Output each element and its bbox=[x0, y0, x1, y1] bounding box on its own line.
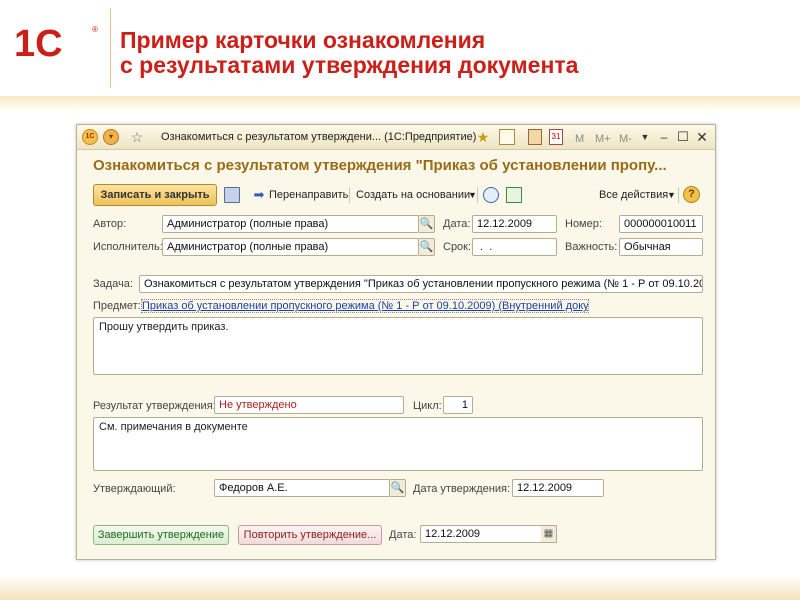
header-band bbox=[0, 96, 800, 110]
subject-link[interactable]: Приказ об установлении пропускного режим… bbox=[141, 299, 589, 313]
form-title: Ознакомиться с результатом утверждения "… bbox=[93, 157, 667, 174]
memory-plus-button[interactable]: M+ bbox=[595, 131, 611, 147]
number-field[interactable]: 000000010011 bbox=[619, 215, 703, 233]
calendar-icon[interactable]: 31 bbox=[549, 129, 563, 145]
create-based-chevron-icon[interactable]: ▼ bbox=[468, 190, 477, 200]
memory-button[interactable]: M bbox=[575, 131, 584, 147]
help-icon[interactable]: ? bbox=[683, 186, 700, 203]
deadline-field[interactable]: . . bbox=[472, 238, 557, 256]
bottom-date-field[interactable]: 12.12.2009 bbox=[420, 525, 542, 543]
maximize-icon[interactable]: ☐ bbox=[677, 129, 689, 145]
main-menu-icon[interactable]: ▾ bbox=[103, 129, 119, 145]
search-icon[interactable]: 🔍 bbox=[390, 479, 406, 497]
redirect-button[interactable]: Перенаправить bbox=[269, 189, 348, 201]
approval-date-field[interactable]: 12.12.2009 bbox=[512, 479, 604, 497]
search-icon[interactable]: 🔍 bbox=[419, 238, 435, 256]
clock-icon[interactable] bbox=[483, 187, 499, 203]
chevron-down-icon[interactable]: ▼ bbox=[640, 129, 650, 145]
deadline-label: Срок: bbox=[443, 241, 472, 253]
importance-label: Важность: bbox=[565, 241, 618, 253]
home-icon[interactable] bbox=[499, 129, 515, 145]
approver-field[interactable]: Федоров А.Е. bbox=[214, 479, 390, 497]
task-label: Задача: bbox=[93, 278, 133, 290]
create-based-on-button[interactable]: Создать на основании bbox=[356, 189, 470, 201]
window-titlebar[interactable]: 1C ▾ ☆ Ознакомиться с результатом утверж… bbox=[77, 125, 715, 150]
bottom-date-label: Дата: bbox=[389, 529, 417, 541]
minimize-icon[interactable]: – bbox=[658, 129, 670, 145]
executor-field[interactable]: Администратор (полные права) bbox=[162, 238, 419, 256]
document-add-icon[interactable] bbox=[506, 187, 522, 203]
cycle-field[interactable]: 1 bbox=[443, 396, 473, 414]
number-label: Номер: bbox=[565, 218, 602, 230]
date-field[interactable]: 12.12.2009 bbox=[472, 215, 557, 233]
toolbar-separator bbox=[477, 187, 478, 203]
approval-result-label: Результат утверждения: bbox=[93, 400, 216, 412]
author-field[interactable]: Администратор (полные права) bbox=[162, 215, 419, 233]
toolbar-separator bbox=[349, 187, 350, 203]
window-title: Ознакомиться с результатом утверждени...… bbox=[161, 131, 477, 143]
logo-text: 1С bbox=[14, 23, 63, 62]
memory-minus-button[interactable]: M- bbox=[619, 131, 632, 147]
redirect-arrow-icon[interactable]: ➡ bbox=[251, 187, 267, 203]
calendar-picker-icon[interactable]: ▦ bbox=[541, 525, 557, 543]
subject-label: Предмет: bbox=[93, 300, 141, 312]
calculator-icon[interactable] bbox=[528, 129, 542, 145]
approval-date-label: Дата утверждения: bbox=[413, 483, 511, 495]
repeat-approval-button[interactable]: Повторить утверждение... bbox=[238, 525, 382, 545]
all-actions-chevron-icon[interactable]: ▼ bbox=[667, 190, 676, 200]
search-icon[interactable]: 🔍 bbox=[419, 215, 435, 233]
executor-label: Исполнитель: bbox=[93, 241, 163, 253]
star-icon[interactable]: ☆ bbox=[129, 129, 145, 145]
document-window: 1C ▾ ☆ Ознакомиться с результатом утверж… bbox=[76, 124, 716, 560]
importance-field[interactable]: Обычная bbox=[619, 238, 703, 256]
approval-result-field[interactable]: Не утверждено bbox=[214, 396, 404, 414]
footer-band bbox=[0, 578, 800, 600]
complete-approval-button[interactable]: Завершить утверждение bbox=[93, 525, 229, 545]
1c-logo-icon[interactable]: 1C bbox=[82, 129, 98, 145]
date-label: Дата: bbox=[443, 218, 471, 230]
favorites-icon[interactable]: ★ bbox=[475, 129, 491, 145]
cycle-label: Цикл: bbox=[413, 400, 442, 412]
author-label: Автор: bbox=[93, 218, 127, 230]
task-field[interactable]: Ознакомиться с результатом утверждения "… bbox=[139, 275, 703, 293]
comment-textarea[interactable]: См. примечания в документе bbox=[93, 417, 703, 471]
close-icon[interactable]: ✕ bbox=[696, 129, 708, 145]
slide-title: Пример карточки ознакомления с результат… bbox=[120, 27, 579, 78]
save-and-close-button[interactable]: Записать и закрыть bbox=[93, 184, 217, 206]
all-actions-button[interactable]: Все действия bbox=[599, 189, 668, 201]
1c-logo: 1С ® bbox=[14, 23, 98, 62]
svg-text:®: ® bbox=[92, 25, 98, 34]
description-textarea[interactable]: Прошу утвердить приказ. bbox=[93, 317, 703, 375]
save-icon[interactable] bbox=[224, 187, 240, 203]
header-divider bbox=[110, 8, 111, 88]
toolbar-separator bbox=[678, 187, 679, 203]
approver-label: Утверждающий: bbox=[93, 483, 176, 495]
